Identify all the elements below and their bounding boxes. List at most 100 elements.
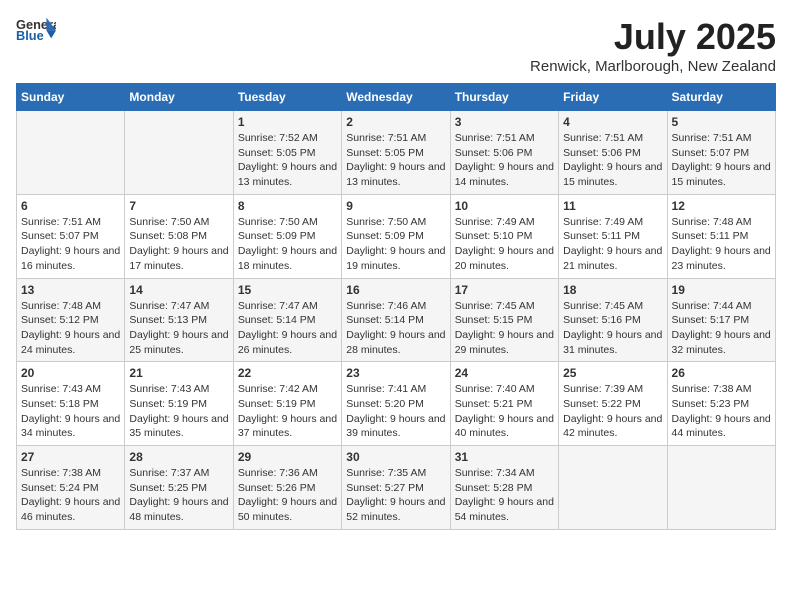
- day-info: Sunrise: 7:50 AM Sunset: 5:09 PM Dayligh…: [238, 215, 337, 274]
- day-cell: 23 Sunrise: 7:41 AM Sunset: 5:20 PM Dayli…: [342, 362, 450, 446]
- day-cell: 26 Sunrise: 7:38 AM Sunset: 5:23 PM Dayli…: [667, 362, 775, 446]
- header-cell-tuesday: Tuesday: [233, 84, 341, 111]
- day-number: 16: [346, 283, 445, 297]
- day-cell: 28 Sunrise: 7:37 AM Sunset: 5:25 PM Dayli…: [125, 446, 233, 530]
- day-info: Sunrise: 7:36 AM Sunset: 5:26 PM Dayligh…: [238, 466, 337, 525]
- day-number: 17: [455, 283, 554, 297]
- logo-icon: General Blue: [16, 16, 56, 44]
- day-number: 6: [21, 199, 120, 213]
- day-cell: 7 Sunrise: 7:50 AM Sunset: 5:08 PM Daylig…: [125, 194, 233, 278]
- day-number: 28: [129, 450, 228, 464]
- day-info: Sunrise: 7:44 AM Sunset: 5:17 PM Dayligh…: [672, 299, 771, 358]
- day-cell: 29Sunrise: 7:36 AM Sunset: 5:26 PM Dayli…: [233, 446, 341, 530]
- day-info: Sunrise: 7:51 AM Sunset: 5:06 PM Dayligh…: [455, 131, 554, 190]
- day-number: 19: [672, 283, 771, 297]
- header-cell-wednesday: Wednesday: [342, 84, 450, 111]
- day-info: Sunrise: 7:38 AM Sunset: 5:24 PM Dayligh…: [21, 466, 120, 525]
- day-info: Sunrise: 7:39 AM Sunset: 5:22 PM Dayligh…: [563, 382, 662, 441]
- day-info: Sunrise: 7:51 AM Sunset: 5:05 PM Dayligh…: [346, 131, 445, 190]
- day-number: 22: [238, 366, 337, 380]
- day-cell: 22 Sunrise: 7:42 AM Sunset: 5:19 PM Dayli…: [233, 362, 341, 446]
- day-cell: 5Sunrise: 7:51 AM Sunset: 5:07 PM Daylig…: [667, 111, 775, 195]
- header-cell-sunday: Sunday: [17, 84, 125, 111]
- calendar-table: SundayMondayTuesdayWednesdayThursdayFrid…: [16, 83, 776, 530]
- day-info: Sunrise: 7:45 AM Sunset: 5:15 PM Dayligh…: [455, 299, 554, 358]
- calendar-body: 1Sunrise: 7:52 AM Sunset: 5:05 PM Daylig…: [17, 111, 776, 530]
- day-cell: 25Sunrise: 7:39 AM Sunset: 5:22 PM Dayli…: [559, 362, 667, 446]
- day-cell: 17 Sunrise: 7:45 AM Sunset: 5:15 PM Dayli…: [450, 278, 558, 362]
- day-info: Sunrise: 7:49 AM Sunset: 5:10 PM Dayligh…: [455, 215, 554, 274]
- day-number: 1: [238, 115, 337, 129]
- day-cell: [125, 111, 233, 195]
- day-number: 10: [455, 199, 554, 213]
- day-cell: 18Sunrise: 7:45 AM Sunset: 5:16 PM Dayli…: [559, 278, 667, 362]
- day-number: 15: [238, 283, 337, 297]
- day-number: 13: [21, 283, 120, 297]
- day-info: Sunrise: 7:51 AM Sunset: 5:07 PM Dayligh…: [21, 215, 120, 274]
- day-number: 21: [129, 366, 228, 380]
- day-cell: 12 Sunrise: 7:48 AM Sunset: 5:11 PM Dayli…: [667, 194, 775, 278]
- day-info: Sunrise: 7:43 AM Sunset: 5:18 PM Dayligh…: [21, 382, 120, 441]
- day-number: 7: [129, 199, 228, 213]
- day-cell: 20Sunrise: 7:43 AM Sunset: 5:18 PM Dayli…: [17, 362, 125, 446]
- day-info: Sunrise: 7:35 AM Sunset: 5:27 PM Dayligh…: [346, 466, 445, 525]
- day-info: Sunrise: 7:34 AM Sunset: 5:28 PM Dayligh…: [455, 466, 554, 525]
- week-row-2: 6 Sunrise: 7:51 AM Sunset: 5:07 PM Daylig…: [17, 194, 776, 278]
- day-info: Sunrise: 7:40 AM Sunset: 5:21 PM Dayligh…: [455, 382, 554, 441]
- day-info: Sunrise: 7:51 AM Sunset: 5:07 PM Dayligh…: [672, 131, 771, 190]
- day-number: 9: [346, 199, 445, 213]
- day-cell: 11 Sunrise: 7:49 AM Sunset: 5:11 PM Dayli…: [559, 194, 667, 278]
- day-cell: 19 Sunrise: 7:44 AM Sunset: 5:17 PM Dayli…: [667, 278, 775, 362]
- header-row: SundayMondayTuesdayWednesdayThursdayFrid…: [17, 84, 776, 111]
- day-number: 24: [455, 366, 554, 380]
- day-cell: 1Sunrise: 7:52 AM Sunset: 5:05 PM Daylig…: [233, 111, 341, 195]
- day-cell: 2Sunrise: 7:51 AM Sunset: 5:05 PM Daylig…: [342, 111, 450, 195]
- header-cell-monday: Monday: [125, 84, 233, 111]
- day-cell: 10 Sunrise: 7:49 AM Sunset: 5:10 PM Dayli…: [450, 194, 558, 278]
- day-cell: 21 Sunrise: 7:43 AM Sunset: 5:19 PM Dayli…: [125, 362, 233, 446]
- day-cell: 15Sunrise: 7:47 AM Sunset: 5:14 PM Dayli…: [233, 278, 341, 362]
- day-cell: 4 Sunrise: 7:51 AM Sunset: 5:06 PM Daylig…: [559, 111, 667, 195]
- calendar-header: SundayMondayTuesdayWednesdayThursdayFrid…: [17, 84, 776, 111]
- day-info: Sunrise: 7:47 AM Sunset: 5:13 PM Dayligh…: [129, 299, 228, 358]
- day-number: 11: [563, 199, 662, 213]
- day-info: Sunrise: 7:41 AM Sunset: 5:20 PM Dayligh…: [346, 382, 445, 441]
- day-info: Sunrise: 7:50 AM Sunset: 5:09 PM Dayligh…: [346, 215, 445, 274]
- day-cell: 16Sunrise: 7:46 AM Sunset: 5:14 PM Dayli…: [342, 278, 450, 362]
- day-cell: 6 Sunrise: 7:51 AM Sunset: 5:07 PM Daylig…: [17, 194, 125, 278]
- day-info: Sunrise: 7:37 AM Sunset: 5:25 PM Dayligh…: [129, 466, 228, 525]
- day-cell: 31Sunrise: 7:34 AM Sunset: 5:28 PM Dayli…: [450, 446, 558, 530]
- day-cell: 9 Sunrise: 7:50 AM Sunset: 5:09 PM Daylig…: [342, 194, 450, 278]
- day-cell: 27 Sunrise: 7:38 AM Sunset: 5:24 PM Dayli…: [17, 446, 125, 530]
- day-number: 8: [238, 199, 337, 213]
- day-number: 27: [21, 450, 120, 464]
- week-row-3: 13Sunrise: 7:48 AM Sunset: 5:12 PM Dayli…: [17, 278, 776, 362]
- day-info: Sunrise: 7:49 AM Sunset: 5:11 PM Dayligh…: [563, 215, 662, 274]
- day-number: 12: [672, 199, 771, 213]
- day-cell: 30Sunrise: 7:35 AM Sunset: 5:27 PM Dayli…: [342, 446, 450, 530]
- week-row-4: 20Sunrise: 7:43 AM Sunset: 5:18 PM Dayli…: [17, 362, 776, 446]
- day-info: Sunrise: 7:43 AM Sunset: 5:19 PM Dayligh…: [129, 382, 228, 441]
- day-info: Sunrise: 7:51 AM Sunset: 5:06 PM Dayligh…: [563, 131, 662, 190]
- header-cell-thursday: Thursday: [450, 84, 558, 111]
- day-number: 23: [346, 366, 445, 380]
- title-block: July 2025 Renwick, Marlborough, New Zeal…: [530, 16, 776, 75]
- day-number: 18: [563, 283, 662, 297]
- month-title: July 2025: [530, 16, 776, 58]
- day-number: 26: [672, 366, 771, 380]
- day-cell: [667, 446, 775, 530]
- day-cell: 14 Sunrise: 7:47 AM Sunset: 5:13 PM Dayli…: [125, 278, 233, 362]
- week-row-1: 1Sunrise: 7:52 AM Sunset: 5:05 PM Daylig…: [17, 111, 776, 195]
- day-number: 14: [129, 283, 228, 297]
- day-cell: 13Sunrise: 7:48 AM Sunset: 5:12 PM Dayli…: [17, 278, 125, 362]
- day-info: Sunrise: 7:42 AM Sunset: 5:19 PM Dayligh…: [238, 382, 337, 441]
- location: Renwick, Marlborough, New Zealand: [530, 58, 776, 75]
- svg-text:Blue: Blue: [16, 28, 44, 43]
- day-info: Sunrise: 7:50 AM Sunset: 5:08 PM Dayligh…: [129, 215, 228, 274]
- day-cell: 3Sunrise: 7:51 AM Sunset: 5:06 PM Daylig…: [450, 111, 558, 195]
- day-info: Sunrise: 7:38 AM Sunset: 5:23 PM Dayligh…: [672, 382, 771, 441]
- day-cell: [559, 446, 667, 530]
- day-cell: 24 Sunrise: 7:40 AM Sunset: 5:21 PM Dayli…: [450, 362, 558, 446]
- day-number: 4: [563, 115, 662, 129]
- day-info: Sunrise: 7:48 AM Sunset: 5:11 PM Dayligh…: [672, 215, 771, 274]
